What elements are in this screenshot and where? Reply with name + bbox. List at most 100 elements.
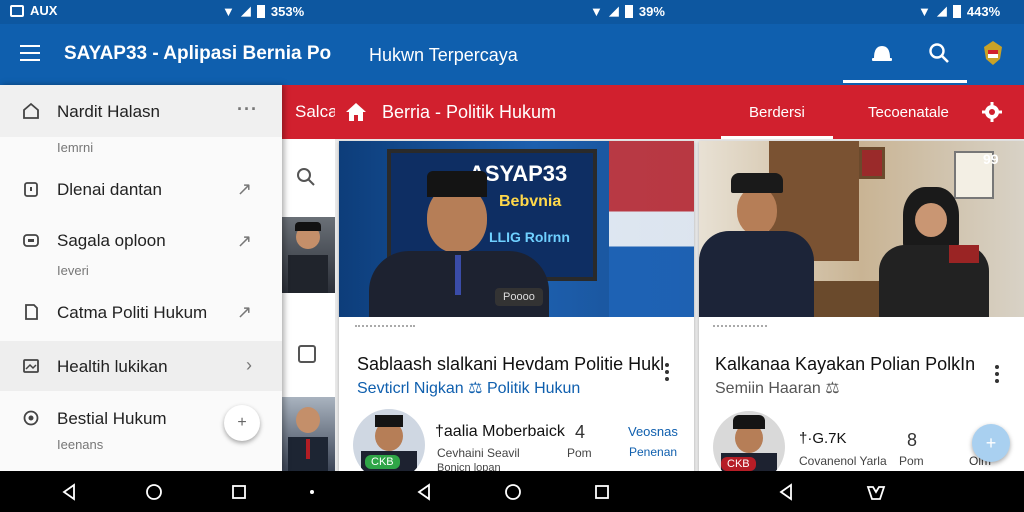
- news-card[interactable]: 99 Kalkanaa Kayakan Polian PolkIn Semiin…: [699, 141, 1024, 471]
- drawer-item-label: Nardit Halasn: [57, 102, 160, 121]
- news-card[interactable]: ASYAP33 Bebvnia LLIG Rolrnn Poooo Sablaa…: [339, 141, 694, 471]
- search-tab-underline: [901, 80, 967, 83]
- more-icon[interactable]: ···: [237, 99, 258, 120]
- count-label: Pom: [567, 446, 592, 460]
- section-title: Berria - Politik Hukum: [382, 102, 557, 122]
- section-peek-label: Salca: [295, 102, 338, 121]
- tab-berdersi[interactable]: Berdersi: [721, 85, 833, 139]
- drawer-add-button[interactable]: +: [224, 405, 260, 441]
- author-meta: Covanenol Yarla: [799, 454, 887, 468]
- drawer-item-sub: Ieveri: [57, 263, 89, 278]
- back-icon[interactable]: [60, 483, 78, 501]
- app-bar-right: Hukwn Terpercaya: [335, 24, 1024, 85]
- card-title: Kalkanaa Kayakan Polian PolkIn: [715, 354, 976, 374]
- thumbnail-image: [282, 217, 335, 293]
- drawer-item-label: Bestial Hukum: [57, 409, 167, 428]
- drawer-item-label: Sagala oploon: [57, 231, 166, 250]
- dot-icon: [310, 490, 314, 494]
- battery-icon: [624, 4, 633, 18]
- woman-figure: [879, 187, 989, 317]
- emblem-icon[interactable]: [980, 39, 1006, 67]
- add-fab[interactable]: +: [972, 424, 1010, 462]
- drawer-item-label: Catma Politi Hukum: [57, 303, 208, 322]
- count-label: Pom: [899, 454, 924, 468]
- status-bar: AUX ▼ ◢ 353% ▼ ◢ 39% ▼ ◢ 443%: [0, 0, 1024, 24]
- recents-icon[interactable]: [593, 483, 611, 501]
- signal-icon: ◢: [936, 3, 947, 18]
- drawer-item-label: Dlenai dantan: [57, 180, 162, 199]
- count-value: 4: [575, 422, 586, 442]
- recents-icon[interactable]: [230, 483, 248, 501]
- gallery-icon: [22, 357, 40, 375]
- arrow-icon: ↗: [236, 231, 252, 251]
- wifi-icon: ▼: [222, 3, 235, 19]
- arrow-icon: ↗: [236, 302, 252, 322]
- search-icon[interactable]: [928, 42, 950, 64]
- home-icon[interactable]: [345, 101, 367, 123]
- drawer-item-document[interactable]: Catma Politi Hukum ↗: [0, 289, 282, 335]
- navigation-bar: [0, 471, 1024, 512]
- author-title: †·G.7K: [799, 430, 847, 447]
- drawer-item-sub: Iemrni: [57, 140, 94, 155]
- settings-icon[interactable]: [981, 101, 1003, 123]
- card-subtitle: Semiin Haaran ⚖: [715, 380, 840, 397]
- image-corner-text: 99: [983, 151, 999, 167]
- count-value: 8: [907, 430, 918, 450]
- author-title: †aalia Moberbaick: [435, 423, 565, 440]
- news-image: 99: [699, 141, 1024, 317]
- tab-label: Tecoenatale: [868, 104, 949, 121]
- author-meta: Bonicn lopan: [437, 462, 501, 471]
- author-meta: Cevhaini Seavil: [437, 446, 520, 460]
- drawer-item-home[interactable]: Nardit Halasn ···: [0, 85, 282, 137]
- card-subtitle: Sevticrl Nigkan ⚖ Politik Hukun: [357, 380, 581, 397]
- section-bar-peek: Salca: [282, 85, 338, 139]
- battery-percent: 39%: [638, 3, 665, 19]
- notification-icon[interactable]: [870, 42, 894, 64]
- card-link[interactable]: Veosnas: [628, 424, 678, 439]
- tab-tecoenatale[interactable]: Tecoenatale: [850, 85, 960, 139]
- more-vert-icon[interactable]: [665, 363, 671, 381]
- content-list-peek: [282, 139, 335, 471]
- drawer-item-chat[interactable]: Sagala oploon ↗: [0, 219, 282, 263]
- active-tab-indicator: [721, 136, 833, 139]
- drawer-item-label: Healtih lukikan: [57, 357, 168, 376]
- status-left-text: AUX: [30, 3, 58, 18]
- back-icon[interactable]: [415, 483, 433, 501]
- drawer-item-sub: Ieenans: [57, 437, 104, 452]
- drawer-item-lock[interactable]: Dlenai dantan ↗: [0, 165, 282, 213]
- thumbnail-image: [282, 397, 335, 471]
- avatar-badge: CKB: [365, 455, 400, 469]
- document-icon: [22, 303, 40, 321]
- bookmark-icon: [298, 345, 316, 363]
- wifi-icon: ▼: [918, 3, 931, 19]
- back-icon[interactable]: [777, 483, 795, 501]
- signal-icon: ◢: [240, 3, 251, 18]
- card-title: Sablaash slalkani Hevdam Politie Hukl: [357, 354, 665, 374]
- officer-figure: [699, 169, 814, 317]
- screenshot-icon: [10, 4, 24, 17]
- card-link[interactable]: Penenan: [629, 445, 677, 459]
- status-right-text: 353%: [270, 3, 305, 19]
- tag-strip: [355, 325, 415, 329]
- settings-icon: [22, 409, 40, 427]
- navigation-drawer: Nardit Halasn ··· Iemrni Dlenai dantan ↗…: [0, 85, 282, 471]
- home-circle-icon[interactable]: [504, 483, 522, 501]
- drawer-item-gallery[interactable]: Healtih lukikan ›: [0, 341, 282, 391]
- search-icon: [296, 167, 316, 187]
- app-subtitle: Hukwn Terpercaya: [369, 45, 518, 65]
- app-bar: SAYAP33 - Aplipasi Bernia Politik: [0, 24, 335, 85]
- menu-icon[interactable]: [20, 45, 40, 61]
- tab-label: Berdersi: [749, 104, 805, 121]
- arrow-icon: ↗: [236, 179, 252, 199]
- app-title: SAYAP33 - Aplipasi Bernia Politik: [64, 43, 332, 64]
- more-vert-icon[interactable]: [995, 365, 1001, 383]
- chat-icon: [22, 232, 40, 250]
- section-bar: Berria - Politik Hukum Berdersi Tecoenat…: [335, 85, 1024, 139]
- tag-strip: [713, 325, 767, 329]
- lock-icon: [22, 180, 40, 198]
- battery-icon: [952, 4, 961, 18]
- assistant-icon[interactable]: [866, 483, 886, 501]
- home-circle-icon[interactable]: [145, 483, 163, 501]
- chevron-right-icon: ›: [246, 355, 252, 375]
- wifi-icon: ▼: [590, 3, 603, 19]
